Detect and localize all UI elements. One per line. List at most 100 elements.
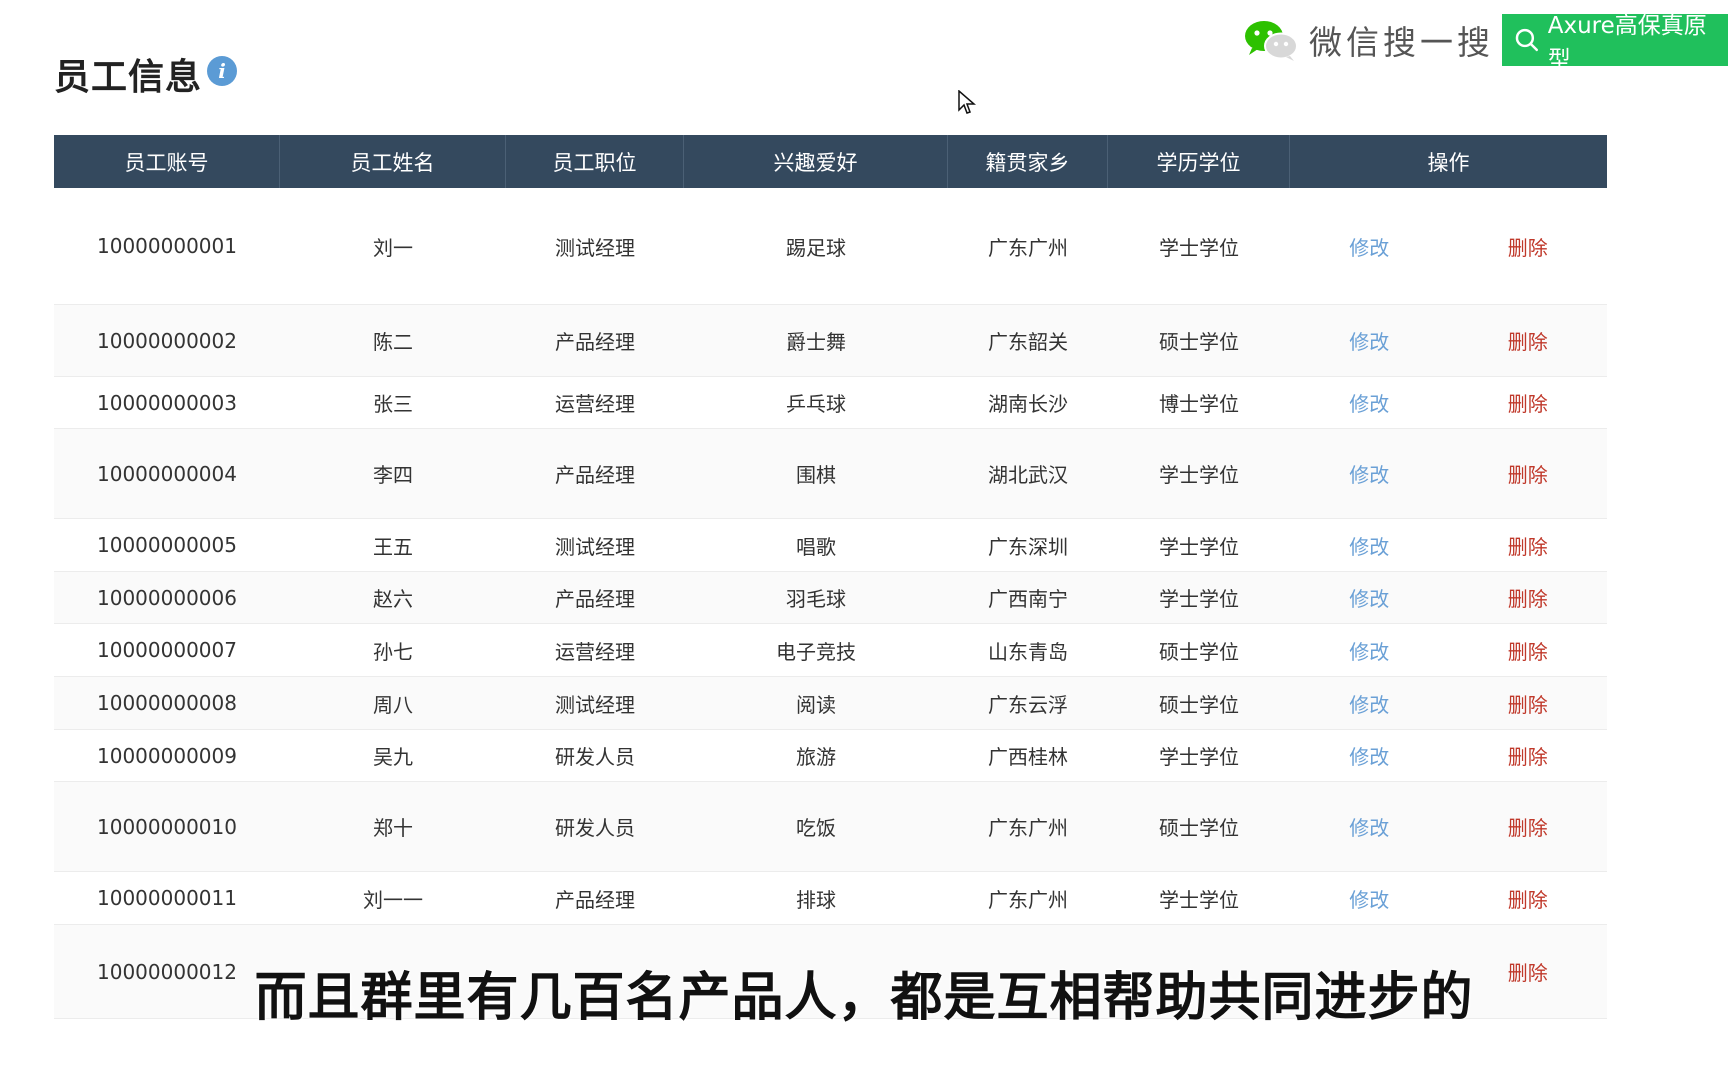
video-subtitle: 而且群里有几百名产品人，都是互相帮助共同进步的 — [254, 968, 1474, 1028]
table-row: 10000000008 周八 测试经理 阅读 广东云浮 硕士学位 修改 删除 — [54, 677, 1607, 730]
cell-employee-position: 产品经理 — [555, 887, 635, 912]
cell-hometown: 广东云浮 — [988, 692, 1068, 717]
edit-link[interactable]: 修改 — [1290, 531, 1449, 560]
edit-link[interactable]: 修改 — [1290, 388, 1449, 417]
cell-hobby: 旅游 — [796, 745, 836, 769]
wechat-search-label: 微信搜一搜 — [1309, 23, 1494, 62]
cell-employee-position: 测试经理 — [555, 235, 635, 260]
delete-link[interactable]: 删除 — [1449, 388, 1608, 417]
cell-employee-name: 周八 — [373, 692, 413, 717]
delete-link[interactable]: 删除 — [1449, 636, 1608, 665]
delete-link[interactable]: 删除 — [1449, 884, 1608, 913]
cell-degree: 学士学位 — [1159, 534, 1239, 559]
cell-degree: 博士学位 — [1159, 392, 1239, 416]
cell-hobby: 乒乓球 — [786, 392, 846, 416]
cell-employee-name: 赵六 — [373, 587, 413, 611]
cell-hobby: 踢足球 — [786, 235, 846, 260]
header-hobby: 兴趣爱好 — [684, 135, 948, 188]
cell-employee-id: 10000000010 — [97, 814, 237, 839]
row-actions: 修改 删除 — [1290, 812, 1607, 841]
cell-employee-position: 运营经理 — [555, 392, 635, 416]
edit-link[interactable]: 修改 — [1290, 636, 1449, 665]
table-row: 10000000010 郑十 研发人员 吃饭 广东广州 硕士学位 修改 删除 — [54, 782, 1607, 872]
delete-link[interactable]: 删除 — [1449, 583, 1608, 612]
cell-hometown: 广东广州 — [988, 887, 1068, 912]
cell-employee-id: 10000000011 — [97, 886, 237, 910]
edit-link[interactable]: 修改 — [1290, 812, 1449, 841]
table-row: 10000000011 刘一一 产品经理 排球 广东广州 学士学位 修改 删除 — [54, 872, 1607, 925]
table-row: 10000000006 赵六 产品经理 羽毛球 广西南宁 学士学位 修改 删除 — [54, 572, 1607, 624]
row-actions: 修改 删除 — [1290, 531, 1607, 560]
info-icon[interactable]: i — [207, 56, 237, 86]
edit-link[interactable]: 修改 — [1290, 326, 1449, 355]
header-actions: 操作 — [1427, 150, 1470, 175]
row-actions: 修改 删除 — [1290, 741, 1607, 770]
cell-degree: 硕士学位 — [1159, 639, 1239, 664]
header-employee-name: 员工姓名 — [280, 135, 506, 188]
edit-link[interactable]: 修改 — [1290, 583, 1449, 612]
cell-hometown: 广东深圳 — [988, 534, 1068, 559]
cell-employee-position: 研发人员 — [555, 816, 635, 840]
cell-degree: 硕士学位 — [1159, 692, 1239, 717]
row-actions: 修改 删除 — [1290, 459, 1607, 488]
table-row: 10000000001 刘一 测试经理 踢足球 广东广州 学士学位 修改 删除 — [54, 188, 1607, 305]
cell-hobby: 唱歌 — [796, 534, 836, 559]
row-actions: 修改 删除 — [1290, 232, 1607, 261]
cell-employee-position: 运营经理 — [555, 639, 635, 664]
row-actions: 修改 删除 — [1290, 884, 1607, 913]
edit-link[interactable]: 修改 — [1290, 741, 1449, 770]
cell-employee-id: 10000000003 — [97, 390, 237, 415]
cell-hobby: 电子竞技 — [776, 639, 856, 664]
cell-employee-position: 研发人员 — [555, 745, 635, 769]
cell-hometown: 广东韶关 — [988, 330, 1068, 354]
table-row: 10000000004 李四 产品经理 围棋 湖北武汉 学士学位 修改 删除 — [54, 429, 1607, 519]
cell-employee-id: 10000000009 — [97, 743, 237, 768]
edit-link[interactable]: 修改 — [1290, 232, 1449, 261]
cell-degree: 硕士学位 — [1159, 330, 1239, 354]
edit-link[interactable]: 修改 — [1290, 884, 1449, 913]
table-body: 10000000001 刘一 测试经理 踢足球 广东广州 学士学位 修改 删除 10000000… — [54, 188, 1607, 1019]
cell-employee-name: 刘一一 — [363, 887, 423, 912]
cell-degree: 学士学位 — [1159, 887, 1239, 912]
delete-link[interactable]: 删除 — [1449, 812, 1608, 841]
page-title: 员工信息 — [54, 57, 203, 98]
cell-employee-id: 10000000002 — [97, 328, 237, 353]
cell-degree: 学士学位 — [1159, 235, 1239, 260]
table-header: 员工账号 员工姓名 员工职位 兴趣爱好 籍贯家乡 学历学位 操作 — [54, 135, 1607, 188]
cell-employee-id: 10000000008 — [97, 691, 237, 715]
cell-employee-position: 产品经理 — [555, 587, 635, 611]
cell-employee-id: 10000000005 — [97, 533, 237, 557]
cell-hometown: 湖南长沙 — [988, 392, 1068, 416]
edit-link[interactable]: 修改 — [1290, 459, 1449, 488]
cell-hometown: 山东青岛 — [988, 639, 1068, 664]
delete-link[interactable]: 删除 — [1449, 741, 1608, 770]
cell-hometown: 广西桂林 — [988, 745, 1068, 769]
wechat-logo-icon — [1245, 21, 1298, 61]
cell-employee-name: 吴九 — [373, 745, 413, 769]
wechat-search-banner: 微信搜一搜 Axure高保真原型 — [1243, 12, 1728, 73]
cell-hobby: 爵士舞 — [786, 330, 846, 354]
cell-degree: 学士学位 — [1159, 587, 1239, 611]
cell-employee-name: 陈二 — [373, 330, 413, 354]
search-icon — [1515, 28, 1539, 52]
delete-link[interactable]: 删除 — [1449, 689, 1608, 718]
delete-link[interactable]: 删除 — [1449, 326, 1608, 355]
row-actions: 修改 删除 — [1290, 583, 1607, 612]
delete-link[interactable]: 删除 — [1449, 459, 1608, 488]
cell-employee-name: 王五 — [373, 534, 413, 559]
delete-link[interactable]: 删除 — [1449, 232, 1608, 261]
cell-hometown: 广东广州 — [988, 235, 1068, 260]
cell-employee-name: 李四 — [373, 463, 413, 487]
row-actions: 修改 删除 — [1290, 388, 1607, 417]
cell-employee-position: 产品经理 — [555, 463, 635, 487]
mouse-cursor-icon — [958, 90, 976, 114]
cell-hobby: 羽毛球 — [786, 587, 846, 611]
header-degree: 学历学位 — [1108, 135, 1290, 188]
row-actions: 修改 删除 — [1290, 636, 1607, 665]
table-row: 10000000005 王五 测试经理 唱歌 广东深圳 学士学位 修改 删除 — [54, 519, 1607, 572]
cell-degree: 学士学位 — [1159, 745, 1239, 769]
delete-link[interactable]: 删除 — [1449, 531, 1608, 560]
search-button[interactable]: Axure高保真原型 — [1502, 13, 1728, 73]
table-row: 10000000002 陈二 产品经理 爵士舞 广东韶关 硕士学位 修改 删除 — [54, 305, 1607, 377]
edit-link[interactable]: 修改 — [1290, 689, 1449, 718]
